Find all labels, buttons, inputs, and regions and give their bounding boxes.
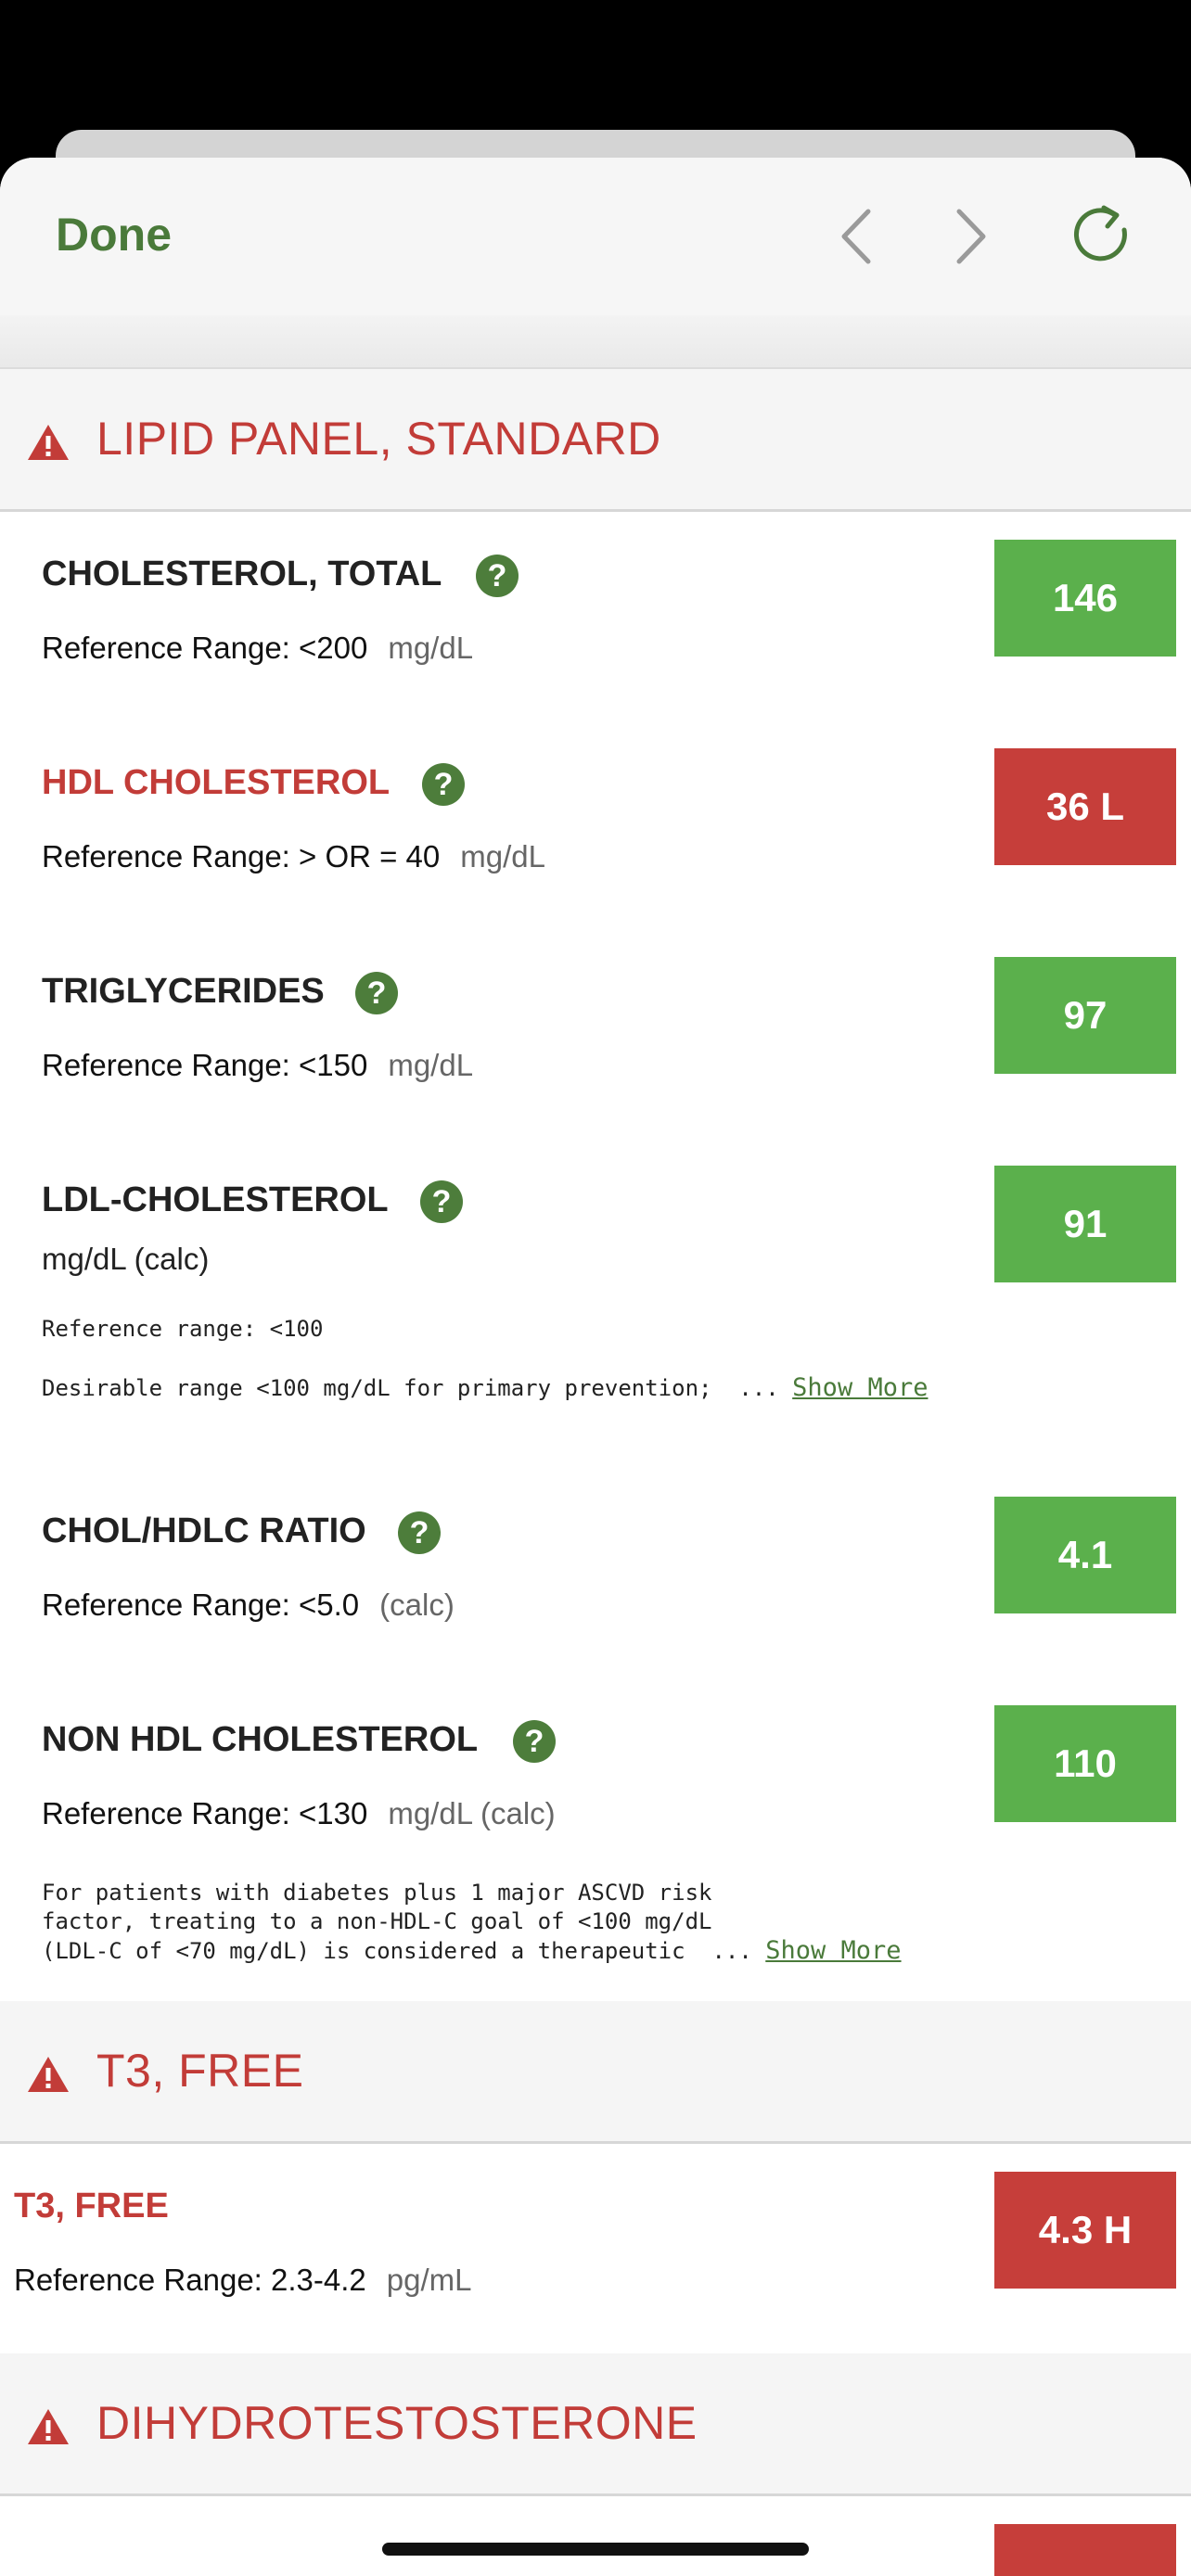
result-value[interactable]: 97 <box>994 957 1176 1074</box>
reference-range: Reference Range: 2.3-4.2 pg/mL <box>14 2263 472 2297</box>
result-value[interactable]: 146 <box>994 540 1176 657</box>
test-name: NON HDL CHOLESTEROL <box>42 1720 479 1759</box>
result-value[interactable]: 36 L <box>994 748 1176 865</box>
test-name: TRIGLYCERIDES <box>42 972 325 1011</box>
reference-range: Reference Range: <130 mg/dL (calc) <box>42 1796 556 1830</box>
question-mark-icon[interactable]: ? <box>355 972 398 1014</box>
test-name: CHOL/HDLC RATIO <box>42 1511 366 1550</box>
test-row-cholesterol-total: CHOLESTEROL, TOTAL ? Reference Range: <2… <box>0 512 1191 721</box>
reference-range: Reference Range: <150 mg/dL <box>42 1048 474 1082</box>
section-title: T3, FREE <box>96 2045 304 2097</box>
test-row-ldl-cholesterol: LDL-CHOLESTEROL ? mg/dL (calc) Reference… <box>0 1138 1191 1469</box>
toolbar: Done <box>0 158 1191 315</box>
chevron-right-icon[interactable] <box>948 204 994 269</box>
warning-triangle-icon <box>26 423 70 466</box>
result-value[interactable]: 91 <box>994 1166 1176 1282</box>
question-mark-icon[interactable]: ? <box>476 555 519 597</box>
test-row-triglycerides: TRIGLYCERIDES ? Reference Range: <150 mg/… <box>0 929 1191 1138</box>
results-list: LIPID PANEL, STANDARD CHOLESTEROL, TOTAL… <box>0 369 1191 2576</box>
result-value[interactable]: 4.1 <box>994 1497 1176 1613</box>
test-name: LDL-CHOLESTEROL <box>42 1180 389 1219</box>
reload-icon[interactable] <box>1067 198 1137 269</box>
home-indicator <box>382 2543 809 2556</box>
clinical-note: For patients with diabetes plus 1 major … <box>42 1880 902 1965</box>
test-row-dihydrotestosterone <box>0 2496 1191 2576</box>
reference-note: Reference range: <100 <box>42 1316 324 1342</box>
chevron-left-icon[interactable] <box>833 204 879 269</box>
section-header-lipid-panel[interactable]: LIPID PANEL, STANDARD <box>0 369 1191 512</box>
section-header-t3-free[interactable]: T3, FREE <box>0 2001 1191 2144</box>
question-mark-icon[interactable]: ? <box>398 1511 441 1554</box>
test-name: HDL CHOLESTEROL <box>42 763 391 802</box>
test-row-hdl-cholesterol: HDL CHOLESTEROL ? Reference Range: > OR … <box>0 721 1191 929</box>
unit-subtitle: mg/dL (calc) <box>42 1242 210 1276</box>
section-title: LIPID PANEL, STANDARD <box>96 413 661 465</box>
question-mark-icon[interactable]: ? <box>513 1720 556 1763</box>
section-title: DIHYDROTESTOSTERONE <box>96 2397 698 2449</box>
test-row-t3-free: T3, FREE Reference Range: 2.3-4.2 pg/mL 4… <box>0 2144 1191 2353</box>
result-value[interactable]: 110 <box>994 1705 1176 1822</box>
reference-note-detail: Desirable range <100 mg/dL for primary p… <box>42 1373 928 1402</box>
test-name: T3, FREE <box>14 2187 169 2225</box>
section-header-dihydrotestosterone[interactable]: DIHYDROTESTOSTERONE <box>0 2353 1191 2496</box>
toolbar-shadow <box>0 315 1191 369</box>
show-more-link[interactable]: Show More <box>792 1373 928 1402</box>
done-button[interactable]: Done <box>56 208 172 261</box>
reference-range: Reference Range: <5.0 (calc) <box>42 1588 455 1622</box>
result-value-partial[interactable] <box>994 2524 1176 2576</box>
test-row-non-hdl-cholesterol: NON HDL CHOLESTEROL ? Reference Range: <… <box>0 1677 1191 2001</box>
results-sheet: Done LIPID PANEL, STANDARD CHOLESTEROL, … <box>0 158 1191 2576</box>
reference-range: Reference Range: <200 mg/dL <box>42 631 474 665</box>
result-value[interactable]: 4.3 H <box>994 2172 1176 2289</box>
reference-range: Reference Range: > OR = 40 mg/dL <box>42 839 545 874</box>
question-mark-icon[interactable]: ? <box>420 1180 463 1223</box>
question-mark-icon[interactable]: ? <box>422 763 465 806</box>
test-row-chol-hdlc-ratio: CHOL/HDLC RATIO ? Reference Range: <5.0(… <box>0 1469 1191 1677</box>
warning-triangle-icon <box>26 2407 70 2451</box>
warning-triangle-icon <box>26 2055 70 2098</box>
test-name: CHOLESTEROL, TOTAL <box>42 555 442 593</box>
show-more-link[interactable]: Show More <box>765 1936 901 1965</box>
